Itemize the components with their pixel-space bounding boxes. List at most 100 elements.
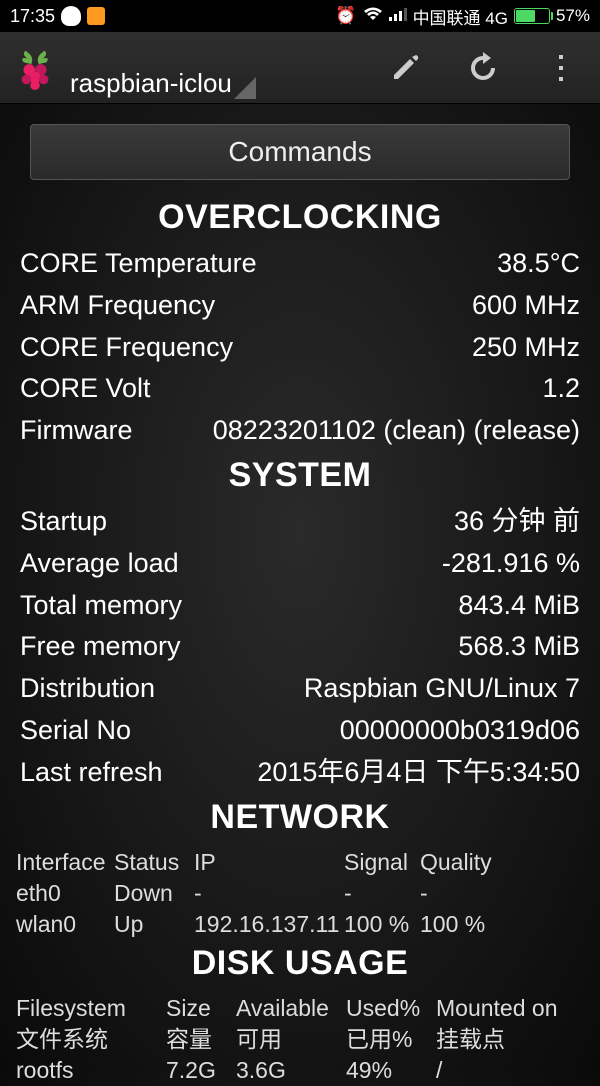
disk-fs: rootfs: [16, 1055, 166, 1086]
firmware-label: Firmware: [20, 412, 133, 450]
row-startup: Startup 36 分钟 前: [0, 501, 600, 543]
last-refresh-label: Last refresh: [20, 754, 163, 792]
net-h-signal: Signal: [344, 847, 420, 878]
core-volt-value: 1.2: [542, 370, 580, 408]
net-h-status: Status: [114, 847, 194, 878]
startup-label: Startup: [20, 503, 107, 541]
net-ip: -: [194, 878, 344, 909]
disk-table: Filesystem Size Available Used% Mounted …: [0, 989, 600, 1086]
commands-label: Commands: [228, 136, 371, 168]
dropdown-indicator-icon[interactable]: [234, 77, 256, 99]
section-title-overclocking: OVERCLOCKING: [0, 198, 600, 237]
disk-h-fs-zh: 文件系统: [16, 1024, 166, 1055]
core-temp-value: 38.5°C: [497, 245, 580, 283]
net-h-ip: IP: [194, 847, 344, 878]
notification-icon: [87, 7, 105, 25]
battery-icon: [514, 8, 550, 24]
net-quality: 100 %: [420, 909, 584, 940]
core-freq-label: CORE Frequency: [20, 329, 233, 367]
disk-size: 7.2G: [166, 1055, 236, 1086]
disk-header-en: Filesystem Size Available Used% Mounted …: [16, 993, 584, 1024]
core-temp-label: CORE Temperature: [20, 245, 257, 283]
arm-freq-value: 600 MHz: [472, 287, 580, 325]
net-quality: -: [420, 878, 584, 909]
disk-h-size: Size: [166, 993, 236, 1024]
core-freq-value: 250 MHz: [472, 329, 580, 367]
serial-value: 00000000b0319d06: [340, 712, 580, 750]
serial-label: Serial No: [20, 712, 131, 750]
disk-h-avail: Available: [236, 993, 346, 1024]
network-row: eth0 Down - - -: [16, 878, 584, 909]
net-interface: wlan0: [16, 909, 114, 940]
status-bar: 17:35 ⏰ 中国联通 4G 57%: [0, 0, 600, 32]
net-ip: 192.16.137.11: [194, 909, 344, 940]
section-title-network: NETWORK: [0, 798, 600, 837]
action-bar: raspbian-iclou: [0, 32, 600, 104]
edit-button[interactable]: [366, 32, 444, 103]
disk-h-mount-zh: 挂载点: [436, 1024, 584, 1055]
net-status: Up: [114, 909, 194, 940]
carrier-label: 中国联通 4G: [413, 4, 508, 29]
row-total-mem: Total memory 843.4 MiB: [0, 585, 600, 627]
disk-avail: 3.6G: [236, 1055, 346, 1086]
qq-icon: [61, 6, 81, 26]
disk-h-used: Used%: [346, 993, 436, 1024]
avg-load-value: -281.916 %: [442, 545, 580, 583]
wifi-icon: [363, 6, 383, 26]
disk-h-used-zh: 已用%: [346, 1024, 436, 1055]
firmware-value: 08223201102 (clean) (release): [143, 412, 581, 450]
free-mem-label: Free memory: [20, 628, 181, 666]
disk-header-zh: 文件系统 容量 可用 已用% 挂载点: [16, 1024, 584, 1055]
core-volt-label: CORE Volt: [20, 370, 151, 408]
row-serial: Serial No 00000000b0319d06: [0, 710, 600, 752]
signal-icon: [389, 6, 407, 26]
net-signal: -: [344, 878, 420, 909]
battery-pct: 57%: [556, 6, 590, 26]
net-interface: eth0: [16, 878, 114, 909]
disk-h-fs: Filesystem: [16, 993, 166, 1024]
row-core-freq: CORE Frequency 250 MHz: [0, 327, 600, 369]
disk-h-avail-zh: 可用: [236, 1024, 346, 1055]
row-arm-freq: ARM Frequency 600 MHz: [0, 285, 600, 327]
disk-used: 49%: [346, 1055, 436, 1086]
total-mem-value: 843.4 MiB: [458, 587, 580, 625]
distribution-label: Distribution: [20, 670, 155, 708]
distribution-value: Raspbian GNU/Linux 7: [304, 670, 580, 708]
row-firmware: Firmware 08223201102 (clean) (release): [0, 410, 600, 452]
disk-h-mount: Mounted on: [436, 993, 584, 1024]
row-distribution: Distribution Raspbian GNU/Linux 7: [0, 668, 600, 710]
content-scroll[interactable]: Commands OVERCLOCKING CORE Temperature 3…: [0, 124, 600, 1086]
avg-load-label: Average load: [20, 545, 179, 583]
alarm-icon: ⏰: [335, 6, 356, 26]
network-header: Interface Status IP Signal Quality: [16, 847, 584, 878]
section-title-system: SYSTEM: [0, 456, 600, 495]
net-h-interface: Interface: [16, 847, 114, 878]
net-h-quality: Quality: [420, 847, 584, 878]
refresh-button[interactable]: [444, 32, 522, 103]
row-avg-load: Average load -281.916 %: [0, 543, 600, 585]
network-table: Interface Status IP Signal Quality eth0 …: [0, 843, 600, 940]
pencil-icon: [388, 51, 422, 85]
startup-value: 36 分钟 前: [454, 503, 580, 541]
network-row: wlan0 Up 192.16.137.11 100 % 100 %: [16, 909, 584, 940]
status-time: 17:35: [10, 6, 55, 27]
net-status: Down: [114, 878, 194, 909]
section-title-disk: DISK USAGE: [0, 944, 600, 983]
refresh-icon: [465, 50, 501, 86]
more-vert-icon: [557, 53, 565, 83]
row-core-volt: CORE Volt 1.2: [0, 368, 600, 410]
last-refresh-value: 2015年6月4日 下午5:34:50: [173, 754, 580, 792]
disk-mount: /: [436, 1055, 584, 1086]
raspberry-pi-logo[interactable]: [12, 45, 58, 91]
row-last-refresh: Last refresh 2015年6月4日 下午5:34:50: [0, 752, 600, 794]
arm-freq-label: ARM Frequency: [20, 287, 215, 325]
total-mem-label: Total memory: [20, 587, 182, 625]
net-signal: 100 %: [344, 909, 420, 940]
app-title[interactable]: raspbian-iclou: [70, 68, 232, 99]
disk-row: rootfs 7.2G 3.6G 49% /: [16, 1055, 584, 1086]
disk-h-size-zh: 容量: [166, 1024, 236, 1055]
free-mem-value: 568.3 MiB: [458, 628, 580, 666]
overflow-menu-button[interactable]: [522, 32, 600, 103]
row-core-temp: CORE Temperature 38.5°C: [0, 243, 600, 285]
commands-button[interactable]: Commands: [30, 124, 570, 180]
